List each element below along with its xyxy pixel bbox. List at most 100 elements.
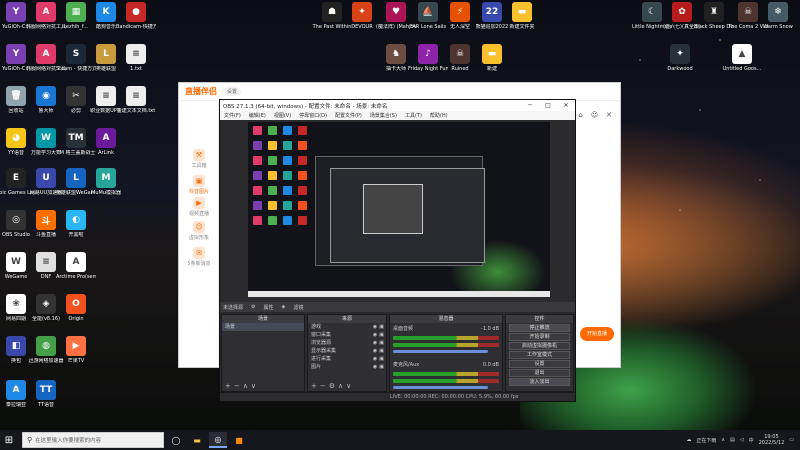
eye-icon[interactable]: ◉	[373, 331, 377, 339]
obs-taskbar-icon[interactable]: ◎	[209, 432, 227, 448]
gear-icon[interactable]: ⚙	[251, 304, 255, 310]
desktop-icon[interactable]: ✦ Darkwood	[660, 44, 700, 72]
desktop-icon[interactable]: ◐ 开黑啦	[56, 210, 96, 238]
search-box[interactable]: ⚲ 在这里输入你要搜索的内容	[22, 432, 164, 448]
desktop-icon[interactable]: ▶ 芒果TV	[56, 336, 96, 364]
preview-icon	[268, 171, 277, 180]
control-button[interactable]: 停止推流	[509, 324, 570, 332]
lock-icon[interactable]: ▣	[379, 347, 384, 355]
volume-slider[interactable]	[393, 350, 488, 353]
volume-icon[interactable]: ◁	[740, 437, 744, 443]
live-settings-badge[interactable]: 设置	[223, 87, 242, 96]
desktop-icon[interactable]: O Origin	[56, 294, 96, 322]
clock[interactable]: 19:05 2022/5/12	[759, 434, 785, 446]
live-taskbar-icon[interactable]: ■	[230, 432, 248, 448]
start-button[interactable]: ⊞	[0, 435, 18, 446]
source-item[interactable]: 图片 ◉ ▣	[308, 363, 386, 371]
minimize-icon[interactable]: ─	[521, 102, 539, 109]
desktop-icon[interactable]: ● Bandicam-快捷方式	[116, 2, 156, 30]
preview-icon	[283, 216, 292, 225]
menu-item[interactable]: 场景集合(S)	[370, 112, 397, 119]
eye-icon[interactable]: ◉	[373, 339, 377, 347]
control-button[interactable]: 设置	[509, 360, 570, 368]
desktop-icon-label: 新建文本文档.txt	[116, 108, 156, 114]
desktop-icon-label: 新建文件夹	[509, 24, 535, 30]
sidebar-item[interactable]: ☺ 虚拟形象	[183, 221, 215, 241]
search-placeholder: 在这里输入你要搜索的内容	[35, 438, 102, 444]
maximize-icon[interactable]: □	[539, 102, 557, 109]
properties-button[interactable]: 属性	[264, 304, 274, 311]
eye-icon[interactable]: ◉	[373, 363, 377, 371]
desktop-icon[interactable]: TT TT语音	[26, 380, 66, 408]
desktop-icon[interactable]: M MuMu模拟器	[86, 168, 126, 196]
eye-icon[interactable]: ◉	[373, 355, 377, 363]
ime-icon[interactable]: 中	[749, 437, 754, 444]
scene-tools[interactable]: +−∧∨	[225, 382, 259, 390]
sidebar-item[interactable]: ▶ 视频直播	[183, 197, 215, 217]
menu-item[interactable]: 停靠窗口(D)	[299, 112, 327, 119]
share-icon[interactable]: ⌂	[578, 111, 582, 119]
menu-item[interactable]: 文件(F)	[224, 112, 241, 119]
task-view-icon[interactable]: ◯	[167, 432, 185, 448]
source-item[interactable]: 浏览器源 ◉ ▣	[308, 339, 386, 347]
menu-item[interactable]: 视图(V)	[274, 112, 291, 119]
sidebar-item[interactable]: ✉ 5条新消息	[183, 247, 215, 267]
obs-docks: 未选择源 ⚙ 属性 ◈ 滤镜 场景 场景 +−∧∨ 来源 游戏 ◉ ▣ 窗口采集 ◉ ▣ 浏…	[220, 302, 575, 392]
desktop-icon[interactable]: ≡ 1.txt	[116, 44, 156, 72]
control-button[interactable]: 开始录制	[509, 333, 570, 341]
source-item[interactable]: 进行采集 ◉ ▣	[308, 355, 386, 363]
preview-icon	[268, 141, 277, 150]
app-icon: U	[36, 168, 56, 188]
volume-meter	[393, 336, 499, 340]
menu-item[interactable]: 帮助(H)	[430, 112, 448, 119]
sidebar-item[interactable]: ⚒ 工具箱	[183, 149, 215, 169]
tray-up-icon[interactable]: ∧	[721, 437, 725, 443]
filter-icon[interactable]: ◈	[282, 304, 286, 310]
desktop-icon[interactable]: ▬ 新建文件夹	[502, 2, 542, 30]
source-item[interactable]: 游戏 ◉ ▣	[308, 323, 386, 331]
close-icon[interactable]: ✕	[557, 102, 575, 109]
eye-icon[interactable]: ◉	[373, 347, 377, 355]
user-icon[interactable]: ☺	[591, 111, 598, 119]
source-tools[interactable]: +−⚙∧∨	[311, 382, 354, 390]
control-button[interactable]: 退出	[509, 369, 570, 377]
volume-slider[interactable]	[393, 386, 488, 389]
control-button[interactable]: 启动虚拟摄像机	[509, 342, 570, 350]
obs-preview[interactable]	[248, 122, 550, 297]
menu-item[interactable]: 编辑(E)	[249, 112, 266, 119]
desktop-icon[interactable]: A ArLink	[86, 128, 126, 156]
filters-button[interactable]: 滤镜	[293, 304, 303, 311]
lock-icon[interactable]: ▣	[379, 331, 384, 339]
obs-window[interactable]: OBS 27.1.3 (64-bit, windows) - 配置文件: 未命名…	[219, 99, 576, 402]
preview-icon	[253, 171, 262, 180]
source-item[interactable]: 窗口采集 ◉ ▣	[308, 331, 386, 339]
weather-icon[interactable]: ☁	[686, 437, 691, 443]
lock-icon[interactable]: ▣	[379, 339, 384, 347]
control-button[interactable]: 工作室模式	[509, 351, 570, 359]
lock-icon[interactable]: ▣	[379, 355, 384, 363]
preview-icon	[283, 201, 292, 210]
lock-icon[interactable]: ▣	[379, 363, 384, 371]
close-icon[interactable]: ✕	[606, 111, 612, 119]
transition-mode[interactable]: 淡入淡出	[509, 378, 570, 386]
scene-item[interactable]: 场景	[222, 323, 304, 331]
notification-icon[interactable]: ▭	[789, 437, 794, 443]
sidebar-item[interactable]: ▣ 抖音图片	[183, 175, 215, 195]
folder-icon[interactable]: ▬	[188, 432, 206, 448]
weather-text[interactable]: 正在下雨	[696, 437, 716, 444]
network-icon[interactable]: ▤	[730, 437, 735, 443]
track-name: 麦克风/Aux	[393, 362, 420, 368]
source-item[interactable]: 显示器采集 ◉ ▣	[308, 347, 386, 355]
menu-item[interactable]: 工具(T)	[405, 112, 422, 119]
desktop-icon[interactable]: ❄ Warm Snow	[758, 2, 798, 30]
lock-icon[interactable]: ▣	[379, 323, 384, 331]
desktop-icon[interactable]: ▬ 新建	[472, 44, 512, 72]
start-live-button[interactable]: 开始直播	[580, 327, 614, 341]
desktop-icon[interactable]: A Arctime Pro(sem...	[56, 252, 96, 280]
desktop-icon[interactable]: ≡ 新建文本文档.txt	[116, 86, 156, 114]
desktop-icon[interactable]: ▲ Untitled Goos...	[722, 44, 762, 72]
menu-item[interactable]: 配置文件(P)	[335, 112, 362, 119]
app-icon: ●	[126, 2, 146, 22]
eye-icon[interactable]: ◉	[373, 323, 377, 331]
volume-meter	[393, 372, 499, 376]
